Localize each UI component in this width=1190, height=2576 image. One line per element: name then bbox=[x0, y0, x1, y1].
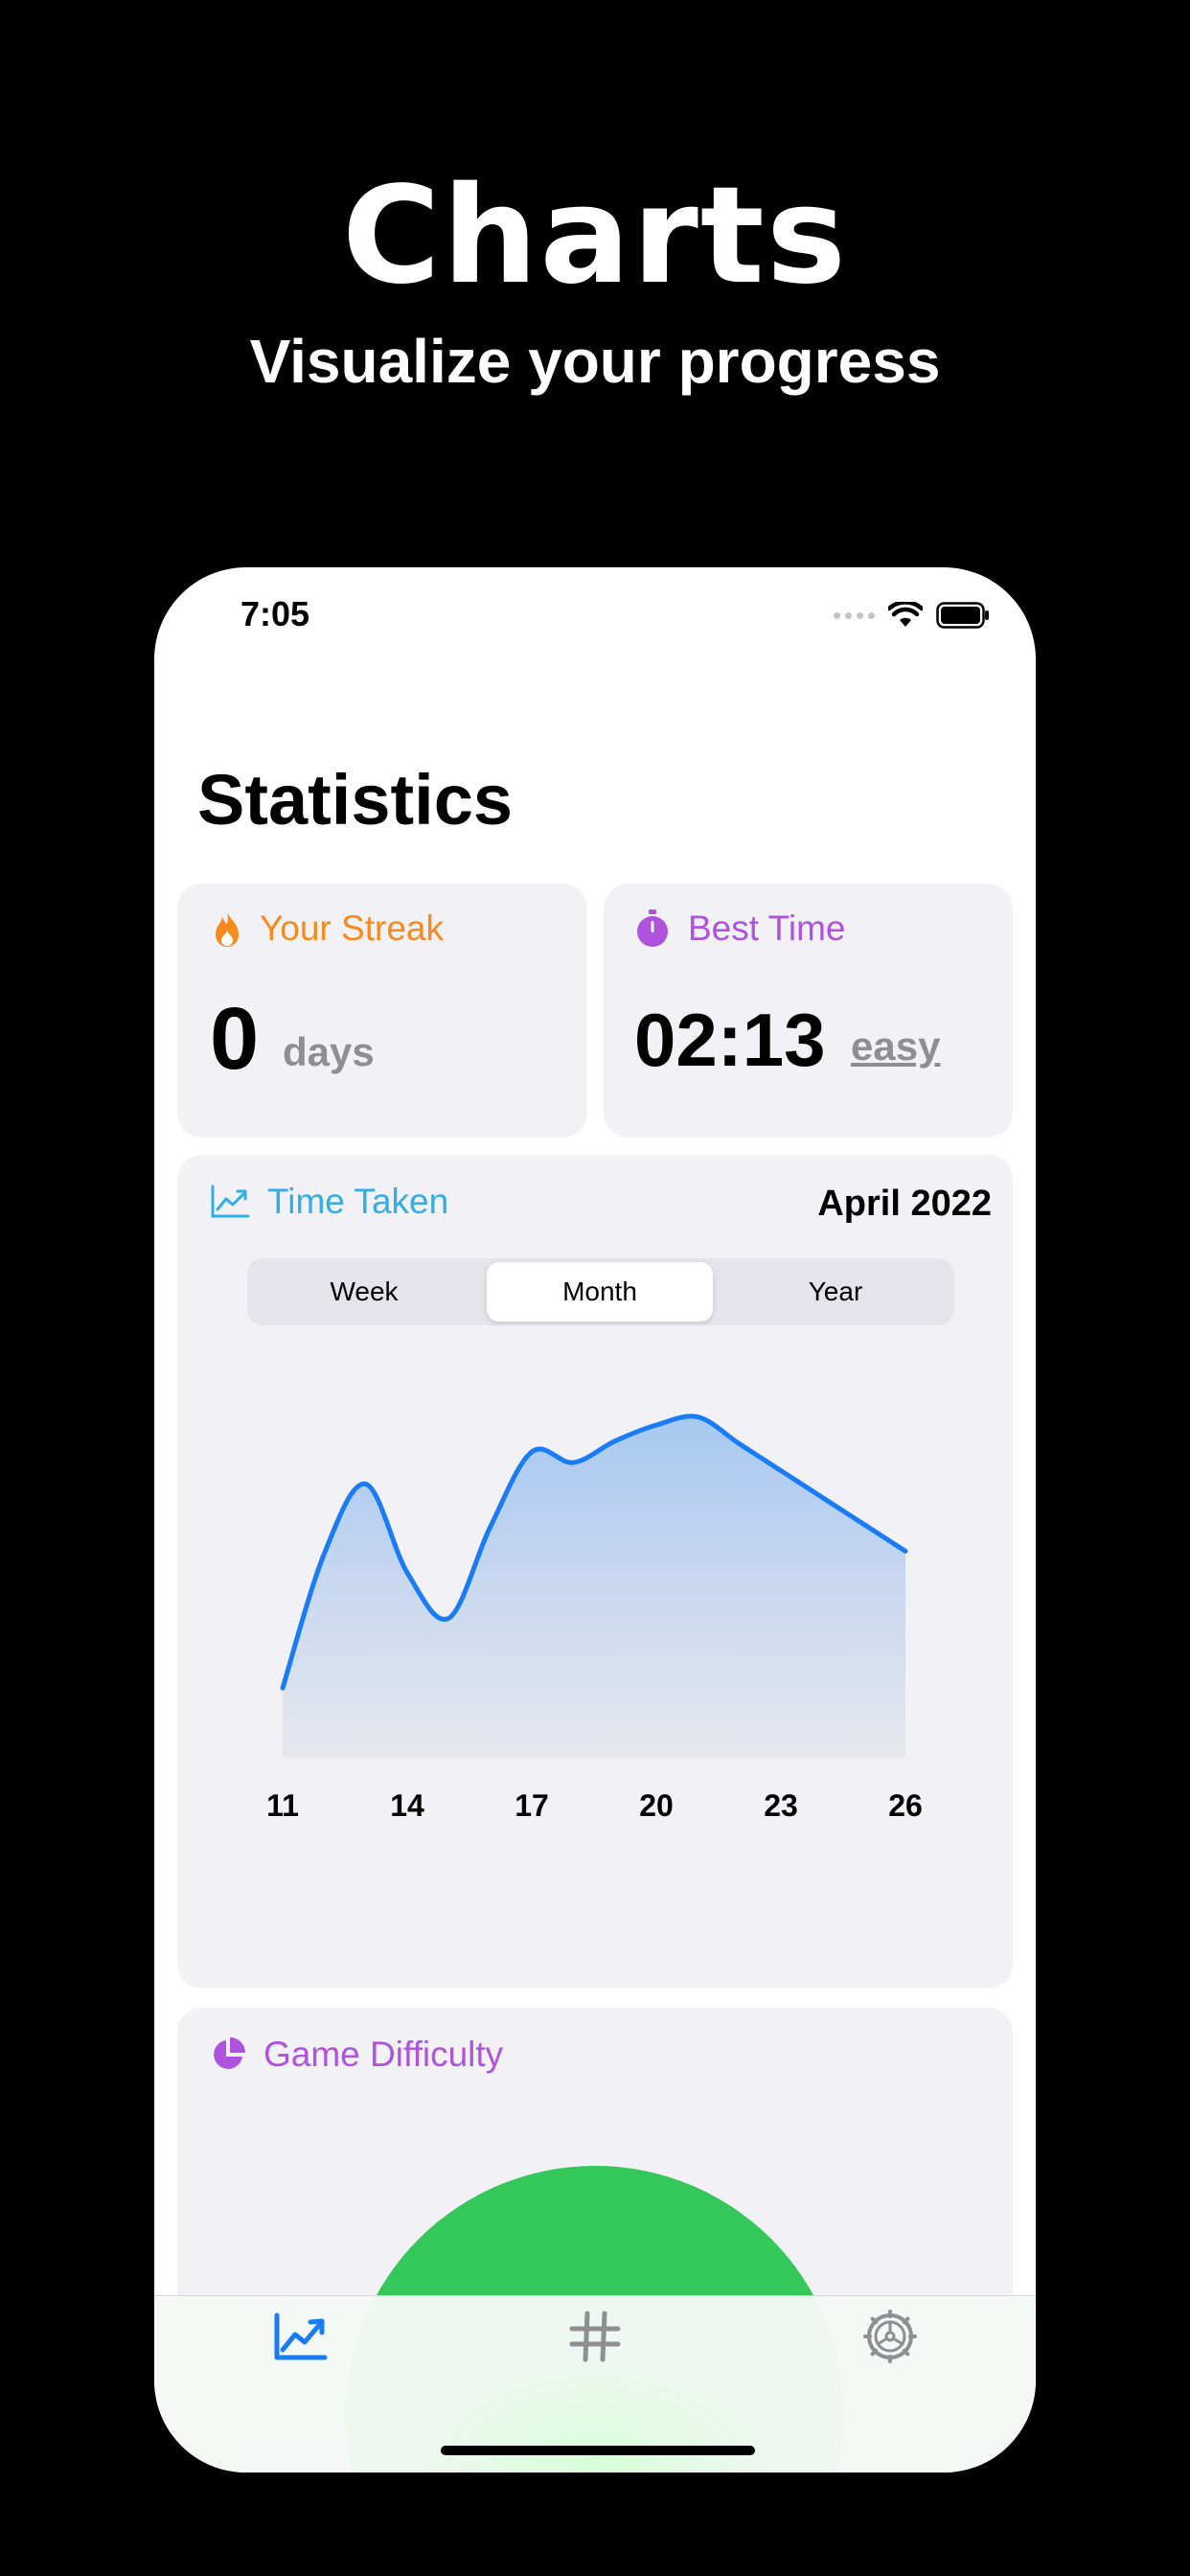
tab-game[interactable] bbox=[566, 2308, 624, 2370]
line-chart-icon bbox=[211, 1184, 250, 1218]
best-time-title: Best Time bbox=[688, 908, 846, 948]
best-time-value: 02:13 bbox=[634, 998, 826, 1082]
phone-screen: 7:05 Statistics Your Streak 0 days Best … bbox=[154, 567, 1036, 2472]
segment-week-label: Week bbox=[330, 1276, 399, 1306]
streak-value: 0 bbox=[210, 990, 260, 1088]
status-icons bbox=[834, 602, 990, 629]
time-taken-title: Time Taken bbox=[267, 1182, 449, 1221]
home-indicator bbox=[441, 2446, 755, 2455]
stopwatch-icon bbox=[637, 909, 668, 947]
x-tick-label: 14 bbox=[390, 1788, 424, 1823]
segment-year-label: Year bbox=[808, 1276, 863, 1306]
hero-title: Charts bbox=[341, 158, 849, 314]
period-segmented-control: Week Month Year bbox=[247, 1258, 954, 1325]
x-tick-label: 11 bbox=[266, 1788, 299, 1823]
time-taken-card: Time Taken April 2022 Week Month Year 11… bbox=[177, 1155, 1013, 1989]
chart-x-axis: 11 14 17 20 23 26 bbox=[266, 1788, 923, 1823]
streak-card-header: Your Streak bbox=[212, 908, 444, 949]
time-taken-header: Time Taken bbox=[210, 1182, 448, 1222]
grid-hash-icon bbox=[569, 2311, 621, 2362]
best-time-difficulty: easy bbox=[851, 1024, 941, 1069]
streak-unit: days bbox=[283, 1029, 375, 1074]
tab-statistics[interactable] bbox=[271, 2308, 329, 2370]
difficulty-title: Game Difficulty bbox=[263, 2035, 504, 2074]
signal-icon bbox=[834, 611, 875, 619]
tab-settings[interactable] bbox=[861, 2308, 919, 2370]
pie-chart-icon bbox=[214, 2037, 245, 2069]
difficulty-header: Game Difficulty bbox=[210, 2035, 503, 2075]
streak-card: Your Streak 0 days bbox=[177, 884, 587, 1138]
settings-gear-icon bbox=[863, 2310, 917, 2363]
chart-area-fill bbox=[283, 1415, 905, 1759]
battery-icon bbox=[936, 602, 989, 629]
x-tick-label: 20 bbox=[639, 1788, 674, 1823]
streak-title: Your Streak bbox=[260, 908, 444, 948]
best-time-header: Best Time bbox=[634, 908, 846, 949]
period-label: April 2022 bbox=[817, 1184, 992, 1224]
status-time: 7:05 bbox=[240, 594, 310, 633]
hero-subtitle: Visualize your progress bbox=[249, 327, 941, 396]
time-taken-chart: 11 14 17 20 23 26 bbox=[266, 1414, 923, 1823]
x-tick-label: 26 bbox=[888, 1788, 923, 1823]
x-tick-label: 23 bbox=[764, 1788, 798, 1823]
segment-week[interactable]: Week bbox=[251, 1262, 477, 1322]
chart-trend-icon bbox=[274, 2312, 328, 2360]
segment-year[interactable]: Year bbox=[722, 1262, 949, 1322]
page-title: Statistics bbox=[197, 760, 514, 840]
segment-month[interactable]: Month bbox=[487, 1262, 713, 1322]
flame-icon bbox=[216, 911, 239, 947]
wifi-icon bbox=[888, 602, 923, 627]
x-tick-label: 17 bbox=[515, 1788, 549, 1823]
best-time-card: Best Time 02:13 easy bbox=[604, 884, 1013, 1138]
segment-month-label: Month bbox=[562, 1276, 637, 1306]
